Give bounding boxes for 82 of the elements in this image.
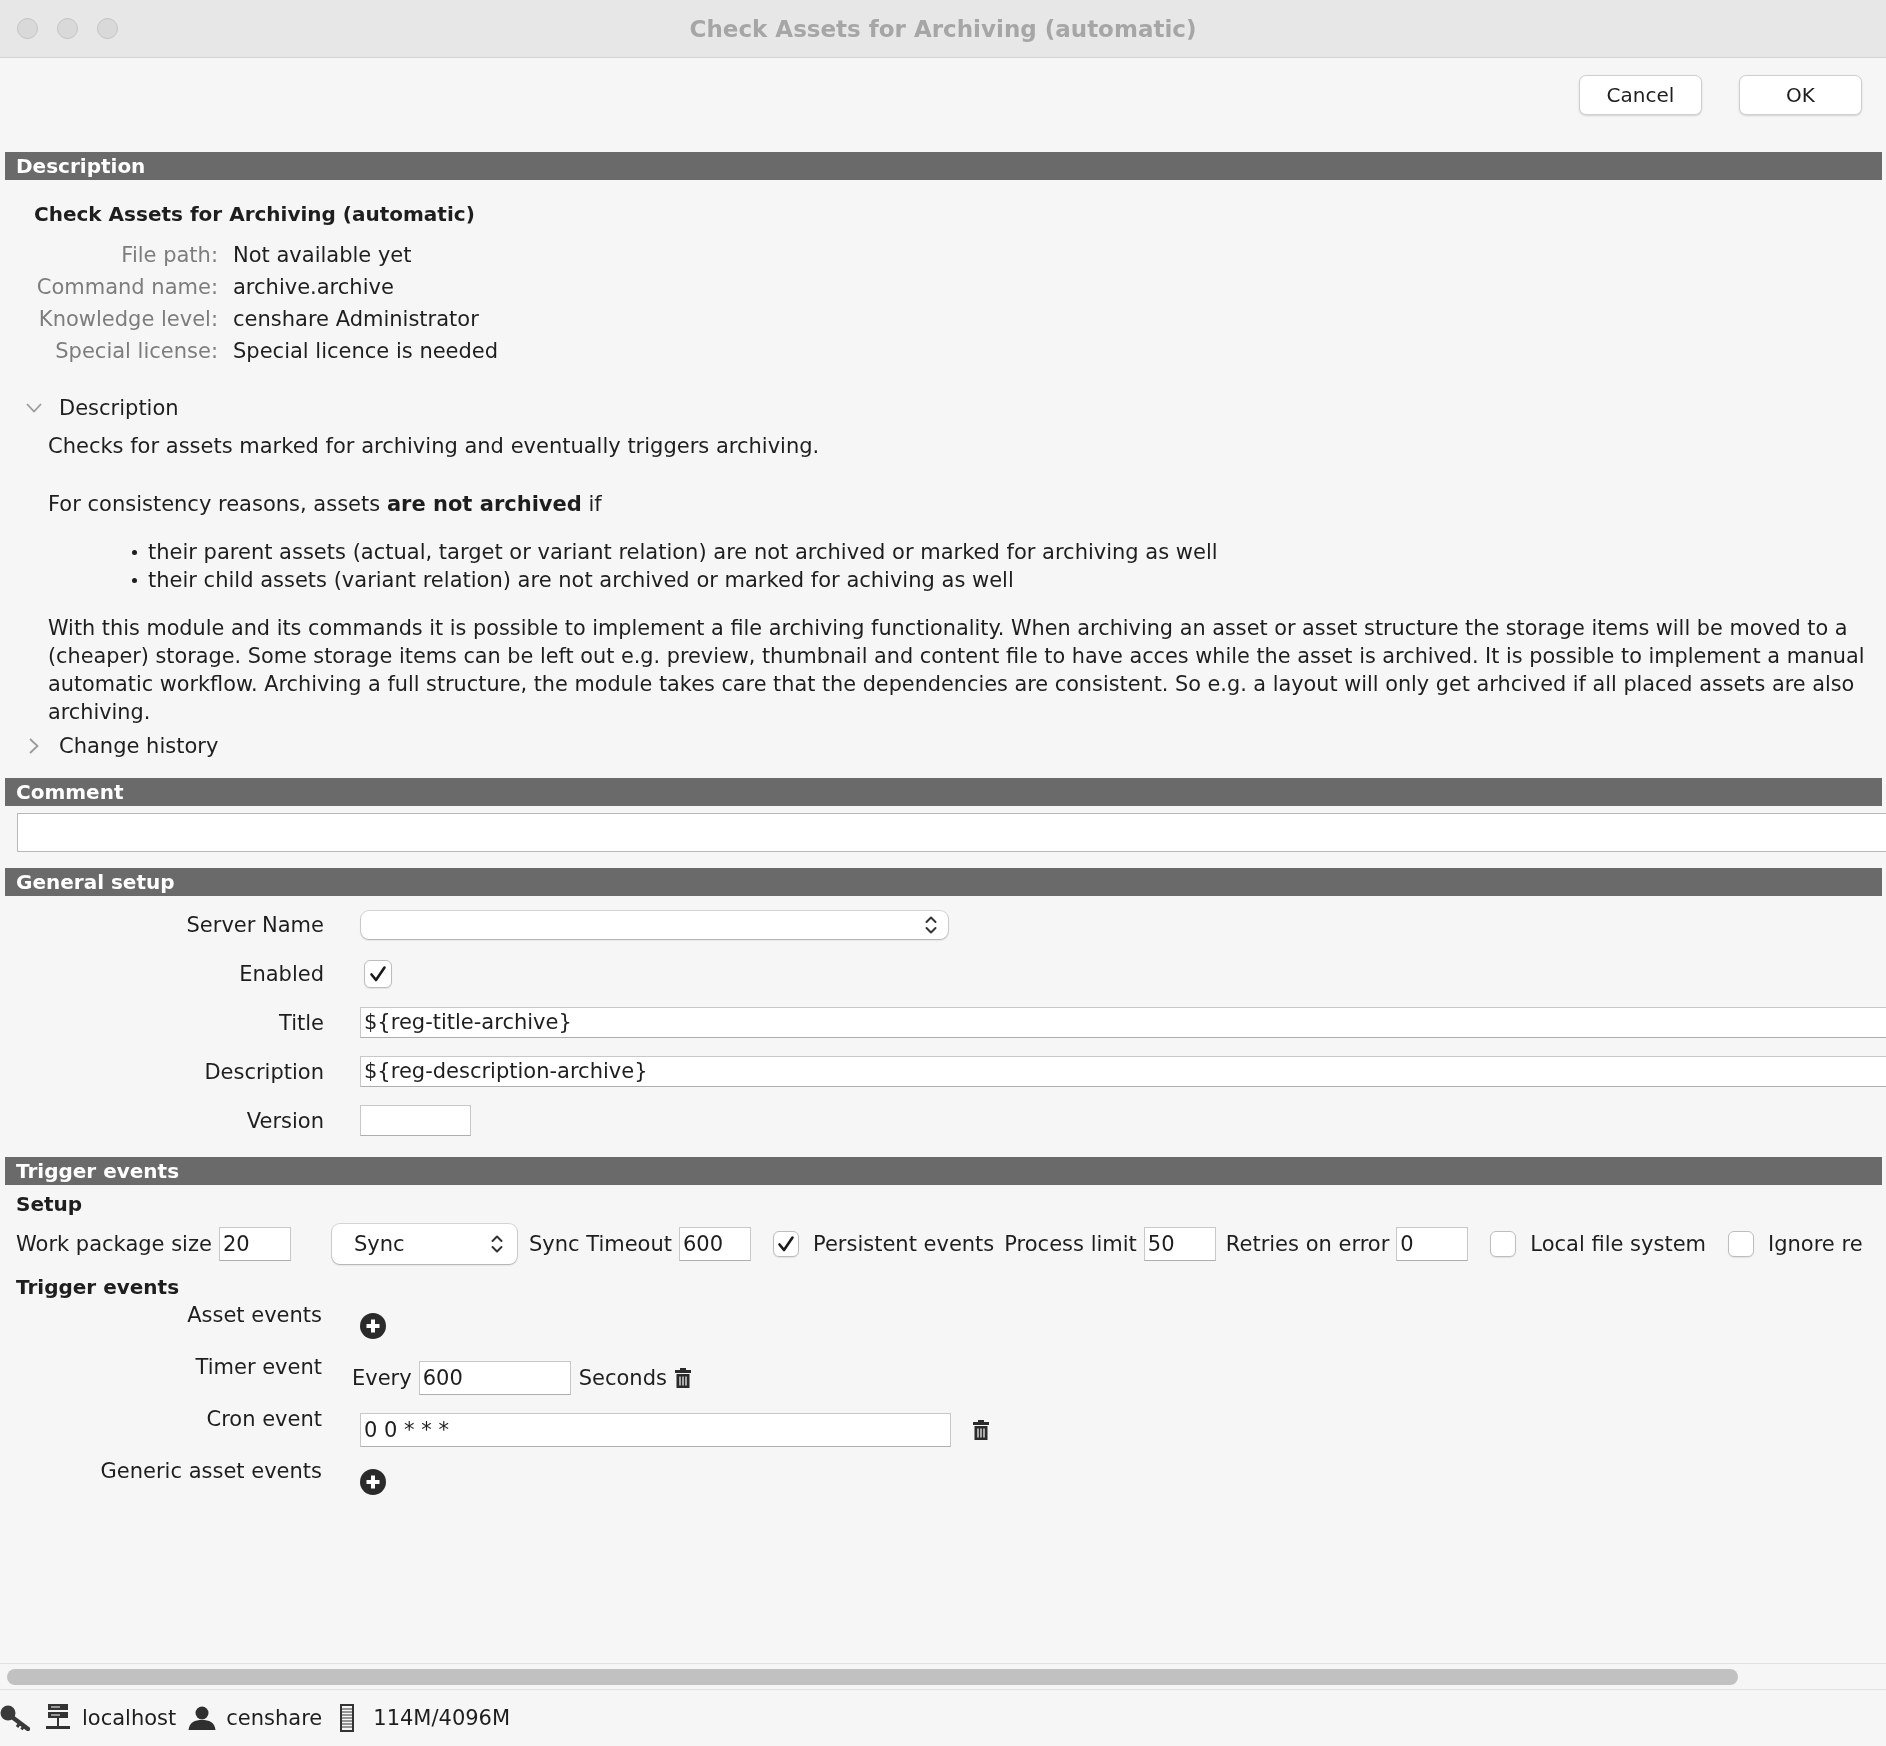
field-label: Timer event [194, 1354, 322, 1381]
user-name: censhare [226, 1706, 323, 1730]
section-header: Trigger events [5, 1157, 1882, 1185]
text-field[interactable]: ${reg-description-archive} [360, 1056, 1886, 1087]
text-field[interactable] [360, 1105, 471, 1136]
field-label: Enabled [238, 961, 324, 986]
memory-usage: 114M/4096M [373, 1706, 511, 1730]
field-label: Sync Timeout [528, 1232, 672, 1256]
comment-field[interactable] [17, 813, 1886, 852]
checkbox[interactable] [773, 1231, 799, 1257]
server-name: localhost [82, 1706, 177, 1730]
section-header: Description [5, 152, 1882, 180]
zoom-button[interactable] [97, 18, 118, 39]
field-label: Description [203, 1059, 324, 1084]
checkbox-label: Ignore re [1768, 1232, 1863, 1256]
bullet-icon [132, 549, 137, 555]
section-header: Comment [5, 778, 1882, 806]
checkmark-icon [369, 964, 387, 983]
dropdown[interactable] [361, 910, 948, 939]
plus-circle-icon[interactable] [360, 1313, 386, 1339]
module-title: Check Assets for Archiving (automatic) [34, 201, 476, 228]
subsection-title: Setup [15, 1191, 84, 1218]
dialog-button[interactable]: OK [1739, 75, 1862, 115]
field-label: Every [352, 1366, 412, 1390]
text-field[interactable]: 20 [218, 1227, 291, 1261]
checkbox-label: Local file system [1530, 1232, 1706, 1256]
trash-icon[interactable] [674, 1368, 691, 1388]
checkbox[interactable] [364, 959, 392, 988]
bullet-text: their child assets (variant relation) are not archived or marked for achiving as well [148, 567, 1014, 594]
field-label: Work package size [16, 1232, 212, 1256]
plus-circle-icon[interactable] [360, 1469, 386, 1495]
info-value: archive.archive [233, 274, 395, 301]
info-value: censhare Administrator [233, 306, 480, 333]
trash-icon[interactable] [973, 1420, 989, 1440]
field-label: Retries on error [1225, 1232, 1390, 1256]
checkbox[interactable] [1490, 1231, 1517, 1257]
field-label: Process limit [1004, 1232, 1137, 1256]
checkmark-icon [777, 1235, 795, 1253]
chevrons-icon [490, 1234, 503, 1254]
scrollbar-thumb[interactable] [7, 1668, 1738, 1685]
close-button[interactable] [17, 18, 38, 39]
server-icon [46, 1704, 70, 1732]
minimize-button[interactable] [57, 18, 78, 39]
dialog-button[interactable]: Cancel [1579, 75, 1702, 115]
section-header: General setup [5, 868, 1882, 896]
user-icon [188, 1706, 217, 1730]
chevron-right-icon [29, 738, 39, 754]
info-label: File path: [120, 242, 218, 269]
key-icon [0, 1705, 30, 1731]
checkbox-label: Persistent events [813, 1232, 995, 1256]
memory-gauge-icon [340, 1704, 355, 1732]
checkbox[interactable] [1728, 1231, 1754, 1257]
chevrons-icon [925, 914, 937, 935]
subsection-title: Trigger events [15, 1274, 181, 1301]
description-paragraph: With this module and its commands it is possible to implement a file archiving functionality. When archiving an asset or asset structure the storage items will be moved to a (cheaper) storage. Some storage items can be left out e.g. preview, thumbnail and content file to have acces while the asset is archived. It is possible to implement a manual automatic workflow. Archiving a full structure, the module takes care that the dependencies are consistent. So e.g. a layout will only get arhcived if all placed assets are also archiving. [48, 615, 1866, 726]
window-title: Check Assets for Archiving (automatic) [689, 15, 1197, 42]
dropdown[interactable]: Sync [331, 1224, 517, 1264]
description-text: For consistency reasons, assets are not archived if [48, 491, 603, 518]
field-label: Title [278, 1010, 324, 1035]
info-label: Command name: [35, 274, 218, 301]
info-label: Knowledge level: [37, 306, 218, 333]
text-field[interactable]: 0 [1396, 1227, 1469, 1261]
info-label: Special license: [54, 338, 218, 365]
bullet-icon [132, 577, 137, 583]
text-field[interactable]: 50 [1143, 1227, 1216, 1261]
field-label: Server Name [185, 912, 324, 937]
unit-label: Seconds [578, 1366, 667, 1390]
description-toggle[interactable]: Description [26, 394, 179, 422]
text-field[interactable]: 0 0 * * * [360, 1413, 951, 1447]
info-value: Not available yet [233, 242, 413, 269]
text-field[interactable]: 600 [679, 1227, 751, 1261]
change-history-toggle[interactable]: Change history [26, 732, 219, 760]
field-label: Version [245, 1108, 324, 1133]
text-field[interactable]: ${reg-title-archive} [360, 1007, 1886, 1038]
chevron-down-icon [26, 403, 42, 413]
info-value: Special licence is needed [233, 338, 499, 365]
field-label: Generic asset events [99, 1458, 322, 1485]
field-label: Asset events [186, 1302, 322, 1329]
text-field[interactable]: 600 [418, 1361, 571, 1395]
field-label: Cron event [205, 1406, 322, 1433]
bullet-text: their parent assets (actual, target or variant relation) are not archived or marked for archiving as well [148, 539, 1218, 566]
description-text: Checks for assets marked for archiving and eventually triggers archiving. [48, 433, 821, 460]
